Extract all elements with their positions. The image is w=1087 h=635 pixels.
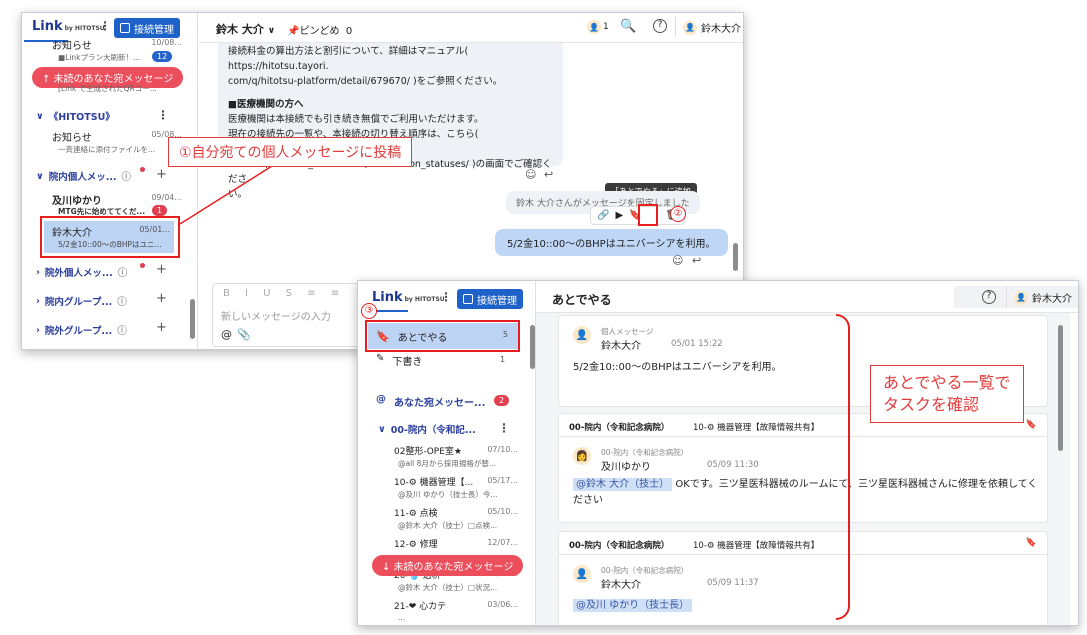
current-user[interactable]: 👤 鈴木大介 bbox=[1014, 290, 1072, 305]
list-item[interactable]: 21-❤ 心カテ 03/06... ... bbox=[358, 596, 528, 625]
sidebar-scrollbar[interactable] bbox=[530, 325, 535, 369]
sidebar: Link by HITOTSU ⋮ 接続管理 ③ 🔖 あとでやる 5 ✎ 下書き 1… bbox=[358, 281, 536, 625]
later-card[interactable]: 00-院内（令和記念病院） 10-⚙ 機器管理【故障情報共有】 🔖 👤 00-院… bbox=[558, 531, 1048, 625]
list-item[interactable]: 11-⚙ 点検 05/10... @鈴木 大介（技士）□点検... bbox=[358, 503, 528, 533]
later-card[interactable]: 00-院内（令和記念病院） 10-⚙ 機器管理【故障情報共有】 🔖 👩 00-院… bbox=[558, 413, 1048, 523]
annotation-callout: あとでやる一覧で タスクを確認 bbox=[870, 365, 1024, 423]
page-header: あとでやる ? 👤 鈴木大介 bbox=[536, 281, 1078, 313]
section-menu-icon[interactable]: ⋮ bbox=[498, 421, 510, 435]
app-logo: Link by HITOTSU bbox=[372, 290, 445, 305]
page-title: あとでやる bbox=[552, 293, 612, 307]
connect-manage-button[interactable]: 接続管理 bbox=[457, 289, 523, 309]
bookmark-icon[interactable]: 🔖 bbox=[1026, 538, 1037, 548]
unread-mention-pill[interactable]: ↓ 未読のあなた宛メッセージ bbox=[372, 555, 524, 576]
annotation-brace bbox=[836, 314, 850, 620]
menu-icon[interactable]: ⋮ bbox=[440, 290, 452, 304]
mention-nav-item[interactable]: @ あなた宛メッセー... bbox=[376, 394, 485, 409]
later-list: 👤 個人メッセージ 鈴木大介 05/01 15:22 5/2金10::00〜のB… bbox=[536, 313, 1070, 625]
section-group[interactable]: ∨ 00-院内（令和記... bbox=[378, 422, 476, 437]
list-scrollbar[interactable] bbox=[1058, 325, 1063, 451]
annotation-callout: ①自分宛ての個人メッセージに投稿 bbox=[168, 137, 413, 167]
list-item[interactable]: 12-⚙ 修理 12/07... bbox=[358, 534, 528, 554]
pencil-icon: ✎ bbox=[376, 353, 385, 364]
later-window: Link by HITOTSU ⋮ 接続管理 ③ 🔖 あとでやる 5 ✎ 下書き 1… bbox=[357, 280, 1079, 626]
at-icon: @ bbox=[376, 394, 386, 405]
edit-icon bbox=[463, 294, 473, 304]
avatar: 👩 bbox=[573, 447, 591, 465]
list-item[interactable]: 02整形-OPE室★ 07/10... @all 8月から採用規格が替... bbox=[358, 441, 528, 471]
highlight-box bbox=[365, 320, 520, 352]
help-icon[interactable]: ? bbox=[982, 290, 996, 304]
bookmark-icon[interactable]: 🔖 bbox=[1026, 420, 1037, 430]
step-number: ③ bbox=[361, 303, 377, 319]
avatar: 👤 bbox=[573, 565, 591, 583]
avatar: 👤 bbox=[1014, 290, 1028, 305]
draft-nav-item[interactable]: ✎ 下書き bbox=[376, 353, 422, 368]
avatar: 👤 bbox=[573, 326, 591, 344]
list-item[interactable]: 10-⚙ 機器管理【... 05/17... @及川 ゆかり（技士長）今... bbox=[358, 472, 528, 502]
